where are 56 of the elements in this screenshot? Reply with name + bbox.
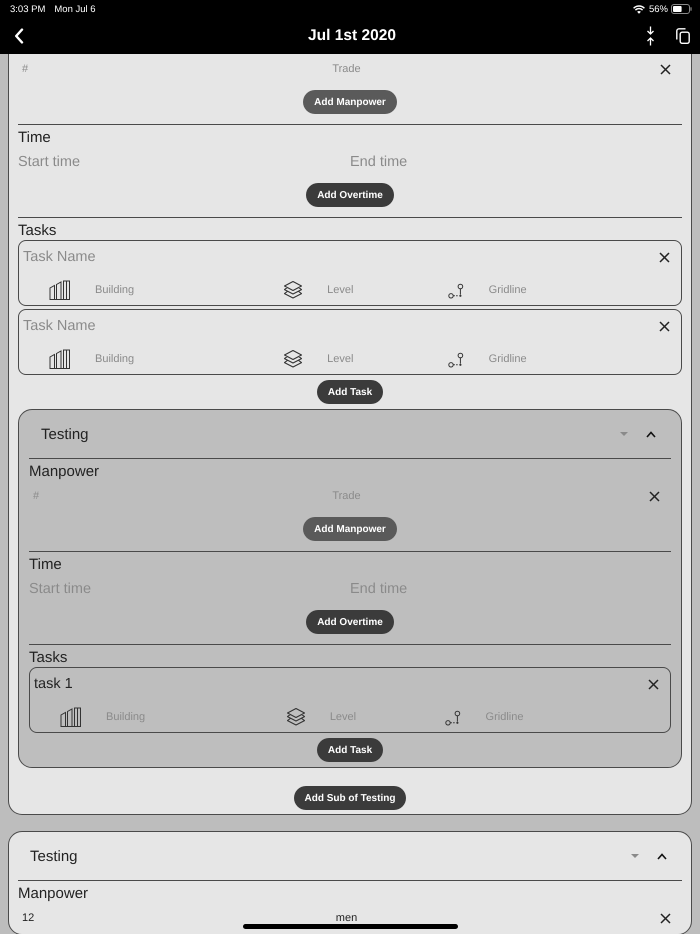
chevron-up-icon[interactable] — [646, 430, 656, 438]
task-name-field[interactable]: Task Name — [23, 317, 96, 335]
add-task-button[interactable]: Add Task — [316, 380, 384, 404]
building-field[interactable]: Building — [95, 352, 134, 366]
copy-icon[interactable] — [676, 28, 690, 44]
layers-icon — [286, 707, 306, 727]
battery-icon — [671, 4, 692, 14]
nav-title: Jul 1st 2020 — [308, 27, 396, 45]
section-heading: Tasks — [18, 222, 56, 240]
level-field[interactable]: Level — [327, 283, 354, 297]
wifi-icon — [632, 4, 645, 14]
layers-icon — [283, 280, 304, 300]
count-field[interactable]: 12 — [22, 911, 34, 925]
close-icon[interactable] — [659, 252, 670, 262]
add-overtime-button[interactable]: Add Overtime — [306, 183, 394, 207]
building-field[interactable]: Building — [95, 283, 134, 297]
start-time-field[interactable]: Start time — [18, 153, 80, 171]
trade-field[interactable]: Trade — [332, 62, 361, 76]
status-time: 3:03 PM — [10, 4, 46, 14]
connected-points-icon — [444, 708, 462, 726]
add-task-button[interactable]: Add Task — [316, 738, 384, 762]
gridline-field[interactable]: Gridline — [488, 283, 527, 297]
count-field[interactable]: # — [22, 62, 28, 76]
task-name-field[interactable]: Task Name — [23, 248, 96, 266]
section-heading: Time — [18, 129, 51, 147]
trade-field[interactable]: men — [336, 911, 358, 925]
section-heading: Manpower — [18, 885, 88, 903]
buildings-icon — [49, 280, 71, 300]
level-field[interactable]: Level — [327, 352, 354, 366]
gridline-field[interactable]: Gridline — [488, 352, 527, 366]
task-name-field[interactable]: task 1 — [34, 675, 73, 693]
converging-arrows-icon[interactable] — [646, 26, 655, 46]
section-heading: Time — [29, 556, 62, 574]
close-icon[interactable] — [660, 64, 671, 74]
count-field[interactable]: # — [33, 489, 40, 503]
layers-icon — [283, 349, 304, 369]
status-date: Mon Jul 6 — [54, 4, 96, 14]
battery-percent: 56% — [648, 4, 668, 14]
back-chevron-icon[interactable] — [14, 28, 24, 44]
connected-points-icon — [448, 282, 465, 298]
close-icon[interactable] — [660, 912, 671, 924]
add-sub-section-button[interactable]: Add Sub of Testing — [294, 786, 406, 810]
section-heading: Tasks — [29, 649, 68, 667]
dropdown-triangle-icon[interactable] — [631, 854, 639, 858]
end-time-field[interactable]: End time — [350, 153, 408, 171]
section-heading: Manpower — [29, 463, 100, 481]
close-icon[interactable] — [649, 490, 660, 502]
add-overtime-button[interactable]: Add Overtime — [306, 610, 394, 634]
close-icon[interactable] — [648, 678, 659, 690]
connected-points-icon — [448, 350, 465, 368]
close-icon[interactable] — [659, 320, 670, 332]
chevron-up-icon[interactable] — [657, 852, 667, 860]
buildings-icon — [60, 707, 82, 727]
section-title: Testing — [30, 848, 78, 864]
buildings-icon — [49, 349, 71, 369]
section-title: Testing — [41, 426, 89, 442]
